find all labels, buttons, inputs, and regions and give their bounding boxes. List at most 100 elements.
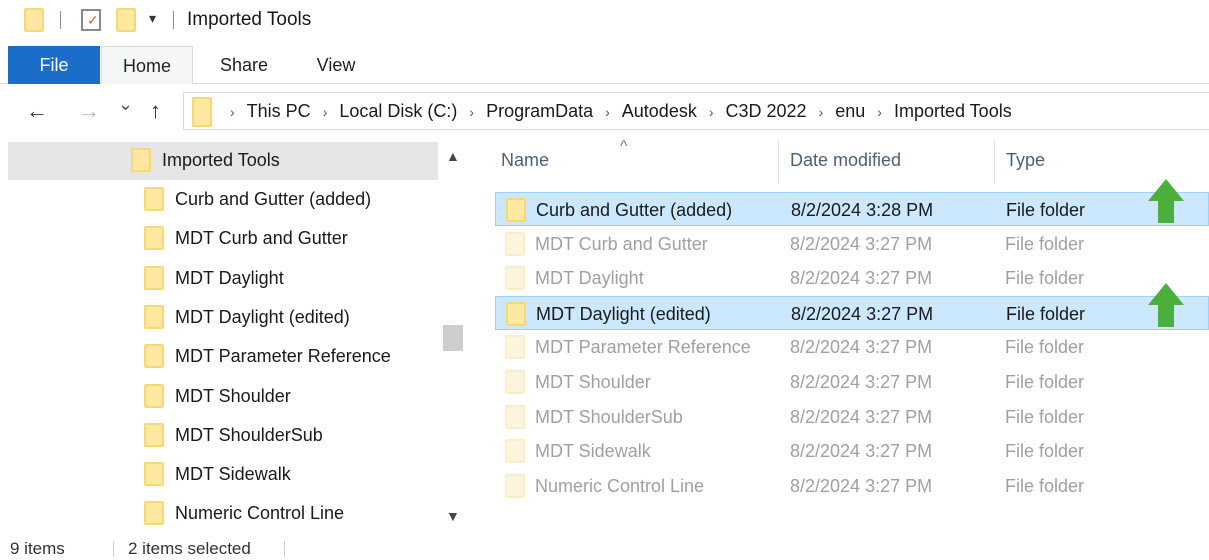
file-name: Numeric Control Line: [535, 475, 705, 496]
item-count: 9 items: [10, 539, 65, 558]
divider: [113, 541, 114, 557]
folder-icon: [144, 462, 164, 487]
folder-icon: [505, 266, 525, 291]
title-bar: ✓ ▾ Imported Tools: [0, 0, 1209, 42]
divider: [60, 11, 61, 29]
address-bar[interactable]: › This PC › Local Disk (C:) › ProgramData › Aut…: [183, 92, 1209, 130]
file-type: File folder: [1005, 406, 1085, 427]
file-name: MDT Daylight: [535, 268, 644, 289]
breadcrumb: › This PC › Local Disk (C:) › ProgramData › Aut…: [218, 93, 1012, 129]
chevron-right-icon[interactable]: ›: [469, 104, 474, 120]
folder-icon: [131, 148, 151, 172]
file-name: MDT Daylight (edited): [536, 303, 711, 324]
scroll-down-icon[interactable]: ▼: [446, 508, 460, 524]
file-row[interactable]: MDT Daylight 8/2/2024 3:27 PM File folder: [495, 261, 1209, 295]
forward-arrow-icon[interactable]: →: [78, 98, 100, 124]
folder-icon: [144, 265, 164, 290]
nav-item-label: Imported Tools: [162, 150, 280, 170]
breadcrumb-item[interactable]: C3D 2022: [726, 101, 807, 121]
folder-icon: [505, 335, 525, 360]
file-row[interactable]: MDT Curb and Gutter 8/2/2024 3:27 PM File …: [495, 227, 1209, 261]
file-row[interactable]: MDT Daylight (edited) 8/2/2024 3:27 PM Fil…: [495, 282, 1209, 330]
file-date-modified: 8/2/2024 3:28 PM: [791, 200, 934, 220]
new-folder-icon[interactable]: [116, 8, 136, 32]
up-arrow-icon[interactable]: ↑: [150, 98, 161, 124]
breadcrumb-item[interactable]: Imported Tools: [894, 101, 1012, 121]
nav-scrollbar[interactable]: ▲ ▼: [440, 140, 466, 535]
file-type: File folder: [1005, 233, 1085, 254]
file-type: File folder: [1006, 303, 1086, 324]
green-up-arrow-icon: [1148, 282, 1184, 327]
file-date-modified: 8/2/2024 3:27 PM: [790, 268, 933, 289]
tab-file[interactable]: File: [8, 46, 100, 84]
file-type: File folder: [1005, 268, 1085, 289]
recent-locations-icon[interactable]: ⌄: [118, 94, 133, 115]
file-name: MDT ShoulderSub: [535, 406, 683, 427]
file-name: Curb and Gutter (added): [536, 200, 733, 220]
chevron-right-icon[interactable]: ›: [819, 104, 824, 120]
chevron-right-icon[interactable]: ›: [877, 104, 882, 120]
column-divider[interactable]: [778, 140, 779, 184]
selection-count: 2 items selected: [128, 539, 251, 558]
breadcrumb-item[interactable]: This PC: [247, 101, 311, 121]
file-date-modified: 8/2/2024 3:27 PM: [791, 303, 934, 324]
breadcrumb-item[interactable]: Autodesk: [622, 101, 697, 121]
column-headers: ^ Name Date modified Type: [492, 138, 1209, 184]
file-name: MDT Parameter Reference: [535, 337, 751, 358]
folder-icon[interactable]: [24, 8, 44, 32]
column-header-name[interactable]: Name: [501, 150, 549, 171]
nav-item-label: MDT Shoulder: [175, 385, 291, 406]
folder-icon: [506, 301, 526, 326]
file-row[interactable]: Curb and Gutter (added) 8/2/2024 3:28 PM F…: [495, 179, 1209, 226]
file-row[interactable]: MDT Sidewalk 8/2/2024 3:27 PM File folder: [495, 434, 1209, 468]
tab-view[interactable]: View: [300, 46, 372, 84]
file-row[interactable]: Numeric Control Line 8/2/2024 3:27 PM File…: [495, 469, 1209, 503]
nav-item-label: Curb and Gutter (added): [175, 189, 372, 209]
scrollbar-thumb[interactable]: [443, 325, 463, 351]
tab-home[interactable]: Home: [101, 46, 193, 84]
nav-item-label: MDT Parameter Reference: [175, 346, 391, 367]
folder-icon: [144, 226, 164, 251]
folder-icon: [144, 422, 164, 447]
divider: [173, 11, 174, 29]
file-row[interactable]: MDT Shoulder 8/2/2024 3:27 PM File folder: [495, 365, 1209, 399]
properties-icon[interactable]: ✓: [81, 9, 101, 31]
nav-item-label: MDT Daylight: [175, 267, 284, 288]
folder-icon: [144, 344, 164, 369]
file-date-modified: 8/2/2024 3:27 PM: [790, 372, 933, 392]
customize-toolbar-icon[interactable]: ▾: [149, 10, 156, 27]
file-name: MDT Curb and Gutter: [535, 233, 708, 254]
breadcrumb-item[interactable]: Local Disk (C:): [339, 101, 457, 121]
folder-icon: [506, 198, 526, 222]
chevron-right-icon[interactable]: ›: [709, 104, 714, 120]
file-date-modified: 8/2/2024 3:27 PM: [790, 475, 933, 496]
scroll-up-icon[interactable]: ▲: [446, 148, 460, 164]
file-name: MDT Shoulder: [535, 372, 651, 392]
breadcrumb-item[interactable]: enu: [835, 101, 865, 121]
tab-share[interactable]: Share: [204, 46, 284, 84]
divider: [284, 541, 285, 557]
column-header-date[interactable]: Date modified: [790, 150, 901, 171]
file-date-modified: 8/2/2024 3:27 PM: [790, 233, 933, 254]
file-type: File folder: [1005, 372, 1085, 392]
status-bar: 9 items 2 items selected: [0, 536, 1209, 560]
column-divider[interactable]: [994, 140, 995, 184]
breadcrumb-item[interactable]: ProgramData: [486, 101, 593, 121]
folder-icon: [505, 473, 525, 498]
back-arrow-icon[interactable]: ←: [26, 98, 48, 124]
file-row[interactable]: MDT ShoulderSub 8/2/2024 3:27 PM File fold…: [495, 400, 1209, 434]
nav-item-label: MDT Daylight (edited): [175, 306, 350, 327]
nav-item-label: MDT Curb and Gutter: [175, 228, 348, 249]
file-date-modified: 8/2/2024 3:27 PM: [790, 441, 933, 462]
file-row[interactable]: MDT Parameter Reference 8/2/2024 3:27 PM F…: [495, 330, 1209, 364]
file-date-modified: 8/2/2024 3:27 PM: [790, 406, 933, 427]
chevron-right-icon[interactable]: ›: [605, 104, 610, 120]
chevron-right-icon[interactable]: ›: [323, 104, 328, 120]
column-header-type[interactable]: Type: [1006, 150, 1045, 171]
nav-item-label: Numeric Control Line: [175, 503, 345, 524]
chevron-right-icon[interactable]: ›: [230, 104, 235, 120]
file-date-modified: 8/2/2024 3:27 PM: [790, 337, 933, 358]
ribbon-tabs: File Home Share View: [0, 46, 1209, 84]
file-name: MDT Sidewalk: [535, 441, 651, 462]
nav-item-label: MDT Sidewalk: [175, 464, 291, 485]
